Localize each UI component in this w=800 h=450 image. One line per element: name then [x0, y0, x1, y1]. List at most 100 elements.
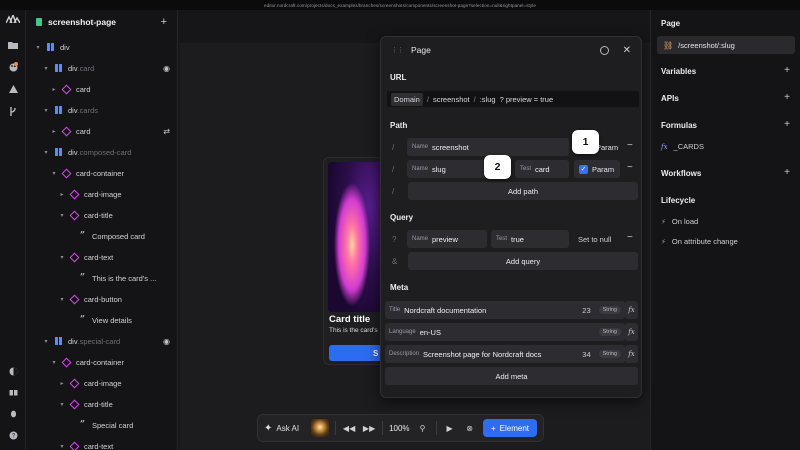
- lifecycle-on-load[interactable]: ⚡ On load: [661, 217, 698, 226]
- eye-icon[interactable]: ◉: [163, 337, 170, 346]
- add-meta-button[interactable]: Add meta: [385, 367, 638, 385]
- add-element-button[interactable]: + Element: [482, 419, 537, 437]
- set-to-null-button[interactable]: Set to null: [578, 235, 611, 244]
- warning-icon[interactable]: [8, 84, 18, 94]
- browser-url-bar[interactable]: editor.nordcraft.com/projects/docs_examp…: [0, 0, 800, 10]
- chevron-down-icon[interactable]: ▾: [58, 296, 66, 303]
- tree-row[interactable]: ▾ div: [26, 38, 178, 56]
- meta-row[interactable]: Description Screenshot page for Nordcraf…: [385, 345, 625, 363]
- meta-value: Nordcraft documentation: [404, 305, 487, 315]
- chevron-down-icon[interactable]: ▾: [58, 401, 66, 408]
- tree-row-class: .cards: [77, 105, 99, 115]
- chevron-down-icon[interactable]: ▾: [42, 338, 50, 345]
- nordcraft-logo-icon[interactable]: [6, 14, 20, 24]
- add-path-button[interactable]: Add path: [408, 182, 638, 200]
- lifecycle-on-attribute-change[interactable]: ⚡ On attribute change: [661, 237, 738, 246]
- tree-row[interactable]: ▸ card-image: [26, 374, 178, 392]
- tree-row[interactable]: ▾ div .cards: [26, 101, 178, 119]
- zoom-level[interactable]: 100%: [389, 424, 409, 433]
- query-test-field[interactable]: Test true: [491, 230, 569, 248]
- add-api-icon[interactable]: +: [784, 93, 790, 103]
- chevron-down-icon[interactable]: ▾: [50, 359, 58, 366]
- tree-row[interactable]: ▾ div .card ◉: [26, 59, 178, 77]
- add-component-icon[interactable]: +: [161, 16, 167, 28]
- lifecycle-label: On attribute change: [671, 237, 738, 246]
- chevron-down-icon[interactable]: ▾: [34, 44, 42, 51]
- tree-row[interactable]: ▾ card-container: [26, 353, 178, 371]
- page-route-field[interactable]: ⛓ /screenshot/:slug: [657, 36, 795, 54]
- remove-path-icon[interactable]: −: [627, 163, 633, 173]
- formula-icon[interactable]: fx: [625, 323, 638, 341]
- tree-row[interactable]: ” This is the card's ...: [26, 269, 178, 287]
- chevron-down-icon[interactable]: ▾: [42, 107, 50, 114]
- chevron-right-icon[interactable]: ▸: [50, 86, 58, 93]
- tree-row[interactable]: ▸ card ⇄: [26, 122, 178, 140]
- bug-icon[interactable]: [8, 408, 18, 418]
- tree-row[interactable]: ▾ card-title: [26, 395, 178, 413]
- palette-icon[interactable]: [8, 62, 18, 72]
- add-query-button[interactable]: Add query: [408, 252, 638, 270]
- formula-icon[interactable]: fx: [625, 301, 638, 319]
- chevron-down-icon[interactable]: ▾: [42, 65, 50, 72]
- stop-icon[interactable]: ⊗: [463, 424, 477, 433]
- preview-thumbnail[interactable]: [311, 419, 330, 437]
- gift-icon[interactable]: [8, 386, 18, 396]
- chevron-down-icon[interactable]: ▾: [42, 149, 50, 156]
- tree-row[interactable]: ▾ card-text: [26, 437, 178, 450]
- tree-row[interactable]: ▾ card-container: [26, 164, 178, 182]
- chevron-right-icon[interactable]: ▸: [58, 380, 66, 387]
- formulas-section-title[interactable]: Formulas: [661, 121, 697, 130]
- ask-ai-button[interactable]: ✦ Ask AI: [264, 423, 305, 434]
- play-icon[interactable]: ▶: [443, 424, 457, 433]
- variables-section-title[interactable]: Variables: [661, 67, 696, 76]
- theme-icon[interactable]: [8, 366, 18, 376]
- chevron-right-icon[interactable]: ▸: [50, 128, 58, 135]
- tree-row[interactable]: ▸ card: [26, 80, 178, 98]
- chevron-down-icon[interactable]: ▾: [58, 443, 66, 450]
- tree-row[interactable]: ▾ card-title: [26, 206, 178, 224]
- branch-icon[interactable]: [8, 106, 18, 116]
- tree-row[interactable]: ▾ div .special-card ◉: [26, 332, 178, 350]
- zoom-icon[interactable]: ⚲: [416, 424, 430, 433]
- param-toggle[interactable]: Param: [596, 143, 618, 152]
- tree-row[interactable]: ” Special card: [26, 416, 178, 434]
- param-toggle[interactable]: ✓ Param: [574, 160, 620, 178]
- history-icon[interactable]: [599, 45, 609, 55]
- checkbox-checked-icon[interactable]: ✓: [579, 164, 588, 174]
- formula-item[interactable]: fx _CARDS: [661, 142, 704, 151]
- card-image[interactable]: [328, 162, 388, 312]
- eye-icon[interactable]: ◉: [163, 64, 170, 73]
- add-formula-icon[interactable]: +: [784, 120, 790, 130]
- help-icon[interactable]: ?: [8, 430, 18, 440]
- close-icon[interactable]: ✕: [623, 45, 631, 56]
- meta-row[interactable]: Title Nordcraft documentation 23 String: [385, 301, 625, 319]
- add-variable-icon[interactable]: +: [784, 66, 790, 76]
- tree-row[interactable]: ▾ card-text: [26, 248, 178, 266]
- tree-row[interactable]: ▾ div .composed-card: [26, 143, 178, 161]
- div-icon: [54, 64, 63, 73]
- add-workflow-icon[interactable]: +: [784, 168, 790, 178]
- path-test-field[interactable]: Test card: [515, 160, 569, 178]
- chevron-down-icon[interactable]: ▾: [50, 170, 58, 177]
- remove-query-icon[interactable]: −: [627, 233, 633, 243]
- path-name-field[interactable]: Name screenshot: [407, 138, 569, 156]
- chevron-down-icon[interactable]: ▾: [58, 212, 66, 219]
- forward-icon[interactable]: ▶▶: [362, 424, 376, 433]
- query-name-field[interactable]: Name preview: [407, 230, 487, 248]
- folder-icon[interactable]: [8, 40, 18, 50]
- tree-row-label: card-container: [76, 357, 124, 367]
- tree-row[interactable]: ” View details: [26, 311, 178, 329]
- workflows-section-title[interactable]: Workflows: [661, 169, 701, 178]
- rewind-icon[interactable]: ◀◀: [342, 424, 356, 433]
- tree-row[interactable]: ▾ card-button: [26, 290, 178, 308]
- chevron-down-icon[interactable]: ▾: [58, 254, 66, 261]
- drag-handle-icon[interactable]: ⋮⋮: [391, 46, 404, 54]
- meta-row[interactable]: Language en-US String: [385, 323, 625, 341]
- formula-icon[interactable]: fx: [625, 345, 638, 363]
- repeat-icon[interactable]: ⇄: [163, 127, 170, 136]
- apis-section-title[interactable]: APIs: [661, 94, 679, 103]
- tree-row[interactable]: ” Composed card: [26, 227, 178, 245]
- tree-row[interactable]: ▸ card-image: [26, 185, 178, 203]
- chevron-right-icon[interactable]: ▸: [58, 191, 66, 198]
- remove-path-icon[interactable]: −: [627, 141, 633, 151]
